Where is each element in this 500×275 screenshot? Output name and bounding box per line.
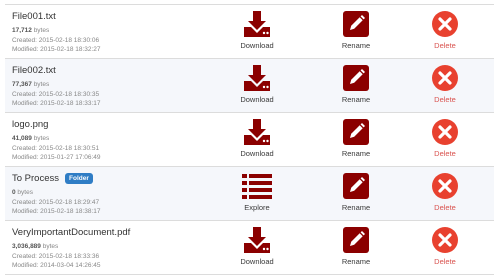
file-created: Created: 2015-02-18 18:29:47 [12, 198, 100, 206]
delete-button[interactable]: Delete [410, 117, 480, 159]
download-icon [222, 225, 292, 255]
pencil-icon [321, 9, 391, 39]
file-info: File001.txt 17,712 bytes Created: 2015-0… [12, 10, 212, 55]
download-button[interactable]: Download [222, 63, 292, 105]
delete-button[interactable]: Delete [410, 9, 480, 51]
file-created: Created: 2015-02-18 18:30:35 [12, 90, 100, 98]
delete-label: Delete [434, 95, 456, 104]
delete-label: Delete [434, 41, 456, 50]
download-label: Download [240, 257, 274, 266]
file-name: logo.png [12, 119, 49, 130]
file-modified: Modified: 2015-02-18 18:38:17 [12, 208, 101, 215]
file-size-value: 3,036,889 [12, 243, 41, 250]
rename-label: Rename [341, 257, 371, 266]
file-name-line: File001.txt [12, 10, 212, 23]
file-row: File001.txt 17,712 bytes Created: 2015-0… [5, 5, 494, 59]
close-circle-icon [410, 117, 480, 147]
file-modified: Modified: 2015-02-18 18:32:27 [12, 46, 101, 53]
rename-label: Rename [341, 203, 371, 212]
download-button[interactable]: Download [222, 9, 292, 51]
file-name: To Process [12, 173, 59, 184]
close-circle-icon [410, 9, 480, 39]
close-circle-icon [410, 63, 480, 93]
delete-label: Delete [434, 257, 456, 266]
download-label: Download [240, 41, 274, 50]
delete-button[interactable]: Delete [410, 171, 480, 213]
file-name: VeryImportantDocument.pdf [12, 227, 131, 238]
file-name-line: To Process Folder [12, 172, 212, 185]
delete-button[interactable]: Delete [410, 63, 480, 105]
file-list: File001.txt 17,712 bytes Created: 2015-0… [5, 4, 494, 275]
delete-label: Delete [434, 203, 456, 212]
folder-row: To Process Folder 0 bytes Created: 2015-… [5, 167, 494, 221]
file-created: Created: 2015-02-18 18:30:06 [12, 36, 100, 44]
file-row: logo.png 41,089 bytes Created: 2015-02-1… [5, 113, 494, 167]
rename-button[interactable]: Rename [321, 171, 391, 213]
file-name-line: VeryImportantDocument.pdf [12, 226, 212, 239]
file-size-unit: bytes [15, 189, 33, 196]
file-modified: Modified: 2015-01-27 17:06:49 [12, 154, 101, 161]
file-row: File002.txt 77,367 bytes Created: 2015-0… [5, 59, 494, 113]
file-name: File001.txt [12, 11, 56, 22]
download-label: Download [240, 149, 274, 158]
pencil-icon [321, 63, 391, 93]
file-size: 77,367 bytes [12, 80, 212, 90]
file-info: To Process Folder 0 bytes Created: 2015-… [12, 172, 212, 217]
file-size-value: 41,089 [12, 135, 32, 142]
file-info: File002.txt 77,367 bytes Created: 2015-0… [12, 64, 212, 109]
file-size: 3,036,889 bytes [12, 242, 212, 252]
delete-label: Delete [434, 149, 456, 158]
close-circle-icon [410, 171, 480, 201]
file-size: 17,712 bytes [12, 26, 212, 36]
file-size-unit: bytes [31, 81, 50, 88]
file-size: 41,089 bytes [12, 134, 212, 144]
file-size: 0 bytes [12, 188, 212, 198]
download-button[interactable]: Download [222, 225, 292, 267]
file-created: Created: 2015-02-18 18:30:51 [12, 144, 100, 152]
file-info: logo.png 41,089 bytes Created: 2015-02-1… [12, 118, 212, 163]
explore-button[interactable]: Explore [222, 171, 292, 213]
list-icon [222, 171, 292, 201]
folder-badge: Folder [65, 173, 93, 184]
file-size-unit: bytes [31, 135, 50, 142]
file-size-value: 77,367 [12, 81, 32, 88]
download-icon [222, 117, 292, 147]
rename-label: Rename [341, 41, 371, 50]
pencil-icon [321, 117, 391, 147]
file-created: Created: 2015-02-18 18:33:36 [12, 252, 100, 260]
rename-button[interactable]: Rename [321, 9, 391, 51]
file-size-unit: bytes [40, 243, 59, 250]
rename-button[interactable]: Rename [321, 117, 391, 159]
close-circle-icon [410, 225, 480, 255]
file-name: File002.txt [12, 65, 56, 76]
explore-label: Explore [244, 203, 270, 212]
file-modified: Modified: 2015-02-18 18:33:17 [12, 100, 101, 107]
file-name-line: File002.txt [12, 64, 212, 77]
file-info: VeryImportantDocument.pdf 3,036,889 byte… [12, 226, 212, 271]
rename-label: Rename [341, 95, 371, 104]
rename-label: Rename [341, 149, 371, 158]
download-button[interactable]: Download [222, 117, 292, 159]
file-name-line: logo.png [12, 118, 212, 131]
download-icon [222, 63, 292, 93]
file-size-value: 17,712 [12, 27, 32, 34]
rename-button[interactable]: Rename [321, 225, 391, 267]
download-label: Download [240, 95, 274, 104]
file-size-unit: bytes [31, 27, 50, 34]
delete-button[interactable]: Delete [410, 225, 480, 267]
download-icon [222, 9, 292, 39]
file-modified: Modified: 2014-03-04 14:26:45 [12, 262, 101, 269]
rename-button[interactable]: Rename [321, 63, 391, 105]
pencil-icon [321, 225, 391, 255]
pencil-icon [321, 171, 391, 201]
file-row: VeryImportantDocument.pdf 3,036,889 byte… [5, 221, 494, 275]
